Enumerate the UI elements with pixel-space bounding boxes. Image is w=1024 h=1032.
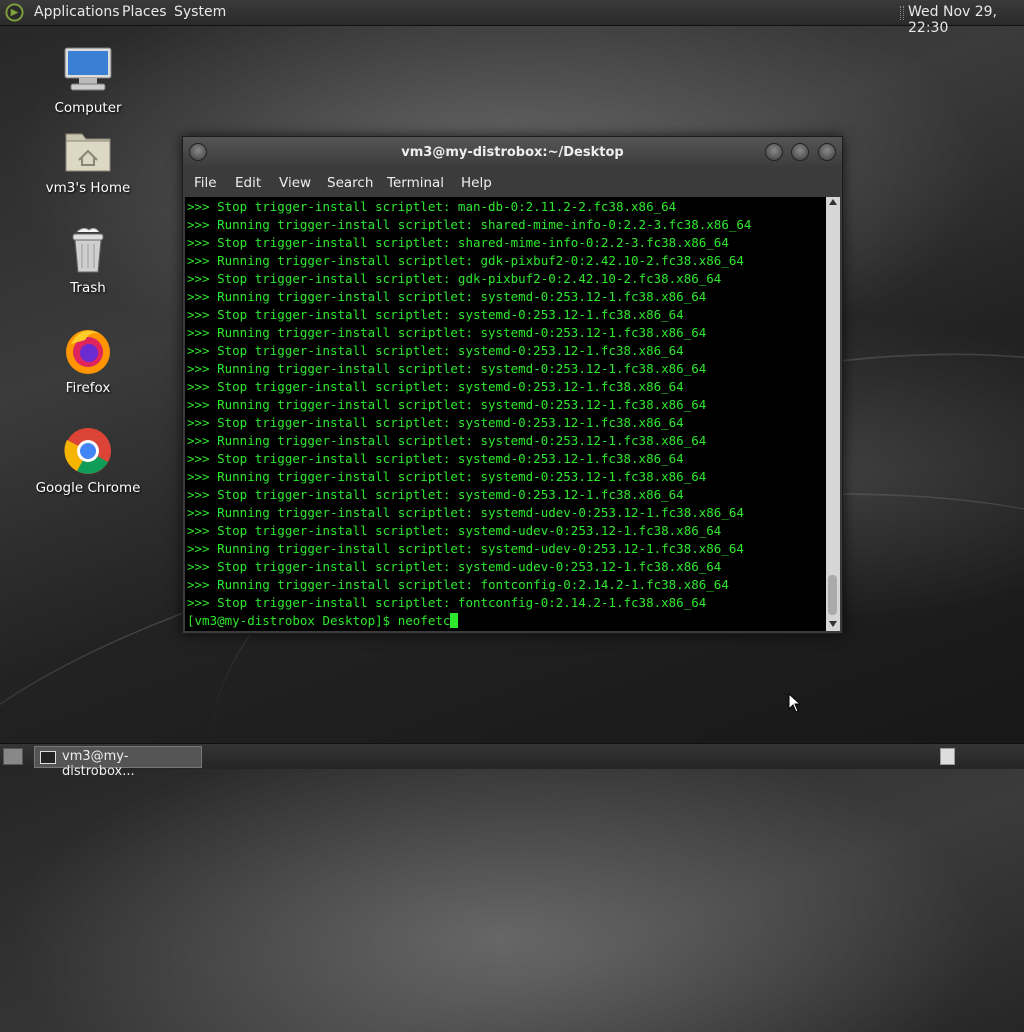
menu-view[interactable]: View xyxy=(279,175,311,191)
applications-menu[interactable]: Applications xyxy=(34,4,120,20)
output-line: >>> Running trigger-install scriptlet: g… xyxy=(187,253,744,268)
output-line: >>> Stop trigger-install scriptlet: syst… xyxy=(187,559,722,574)
window-titlebar[interactable]: vm3@my-distrobox:~/Desktop xyxy=(183,137,842,167)
output-line: >>> Running trigger-install scriptlet: s… xyxy=(187,325,707,340)
terminal-menubar: File Edit View Search Terminal Help xyxy=(183,169,842,197)
output-line: >>> Stop trigger-install scriptlet: syst… xyxy=(187,379,684,394)
menu-help[interactable]: Help xyxy=(461,175,492,191)
chrome-icon xyxy=(63,426,113,476)
output-line: >>> Running trigger-install scriptlet: s… xyxy=(187,469,707,484)
output-line: >>> Running trigger-install scriptlet: f… xyxy=(187,577,729,592)
home-folder-icon xyxy=(63,126,113,176)
desktop-icon-computer[interactable]: Computer xyxy=(33,46,143,116)
command-input[interactable]: neofetc xyxy=(398,613,451,628)
applications-logo-icon[interactable] xyxy=(5,3,24,22)
mouse-pointer-icon xyxy=(788,693,802,713)
desktop-icon-trash[interactable]: Trash xyxy=(33,226,143,296)
output-line: >>> Stop trigger-install scriptlet: syst… xyxy=(187,451,684,466)
maximize-button[interactable] xyxy=(791,143,809,161)
panel-handle xyxy=(900,6,904,20)
trash-icon xyxy=(63,226,113,276)
desktop-icon-label: vm3's Home xyxy=(45,180,131,196)
taskbar-button-terminal[interactable]: vm3@my-distrobox... xyxy=(34,746,202,779)
output-line: >>> Running trigger-install scriptlet: s… xyxy=(187,397,707,412)
minimize-button[interactable] xyxy=(765,143,783,161)
menu-terminal[interactable]: Terminal xyxy=(387,175,444,191)
scroll-down-arrow-icon[interactable] xyxy=(829,621,837,627)
terminal-icon xyxy=(40,751,56,764)
workspace-switcher-icon[interactable] xyxy=(940,748,955,765)
clock[interactable]: Wed Nov 29, 22:30 xyxy=(908,4,1024,36)
output-line: >>> Stop trigger-install scriptlet: syst… xyxy=(187,343,684,358)
firefox-icon xyxy=(63,326,113,376)
output-line: >>> Running trigger-install scriptlet: s… xyxy=(187,541,744,556)
output-line: >>> Stop trigger-install scriptlet: shar… xyxy=(187,235,729,250)
desktop-icon-label: Google Chrome xyxy=(35,480,141,496)
terminal-output[interactable]: >>> Stop trigger-install scriptlet: man-… xyxy=(185,197,826,631)
output-line: >>> Stop trigger-install scriptlet: syst… xyxy=(187,523,722,538)
menu-edit[interactable]: Edit xyxy=(235,175,261,191)
menu-file[interactable]: File xyxy=(194,175,217,191)
output-line: >>> Running trigger-install scriptlet: s… xyxy=(187,361,707,376)
computer-icon xyxy=(63,46,113,96)
desktop-icon-label: Firefox xyxy=(65,380,111,396)
scroll-up-arrow-icon[interactable] xyxy=(829,199,837,205)
output-line: >>> Running trigger-install scriptlet: s… xyxy=(187,217,752,232)
taskbar-label: vm3@my-distrobox... xyxy=(62,749,135,779)
output-line: >>> Stop trigger-install scriptlet: syst… xyxy=(187,415,684,430)
output-line: >>> Running trigger-install scriptlet: s… xyxy=(187,289,707,304)
desktop-icon-chrome[interactable]: Google Chrome xyxy=(33,426,143,496)
output-line: >>> Stop trigger-install scriptlet: font… xyxy=(187,595,707,610)
show-desktop-icon[interactable] xyxy=(3,748,23,765)
desktop-icon-firefox[interactable]: Firefox xyxy=(33,326,143,396)
output-line: >>> Stop trigger-install scriptlet: gdk-… xyxy=(187,271,722,286)
desktop-icon-label: Trash xyxy=(70,280,106,296)
scroll-thumb[interactable] xyxy=(828,575,837,615)
system-menu[interactable]: System xyxy=(174,4,226,20)
desktop-icon-label: Computer xyxy=(54,100,122,116)
places-menu[interactable]: Places xyxy=(122,4,167,20)
bottom-panel: vm3@my-distrobox... xyxy=(0,743,1024,779)
output-line: >>> Running trigger-install scriptlet: s… xyxy=(187,505,744,520)
output-line: >>> Stop trigger-install scriptlet: syst… xyxy=(187,487,684,502)
output-line: >>> Running trigger-install scriptlet: s… xyxy=(187,433,707,448)
prompt-line[interactable]: [vm3@my-distrobox Desktop]$ neofetc xyxy=(187,612,459,630)
text-cursor xyxy=(450,613,459,628)
terminal-window[interactable]: vm3@my-distrobox:~/Desktop File Edit Vie… xyxy=(182,136,843,634)
window-title: vm3@my-distrobox:~/Desktop xyxy=(401,145,624,160)
menu-search[interactable]: Search xyxy=(327,175,373,191)
output-line: >>> Stop trigger-install scriptlet: man-… xyxy=(187,199,677,214)
output-line: >>> Stop trigger-install scriptlet: syst… xyxy=(187,307,684,322)
close-button[interactable] xyxy=(818,143,836,161)
terminal-scrollbar[interactable] xyxy=(826,197,840,631)
shell-prompt: [vm3@my-distrobox Desktop]$ xyxy=(187,613,398,628)
desktop-icon-home[interactable]: vm3's Home xyxy=(33,126,143,196)
top-panel: Applications Places System Wed Nov 29, 2… xyxy=(0,0,1024,36)
